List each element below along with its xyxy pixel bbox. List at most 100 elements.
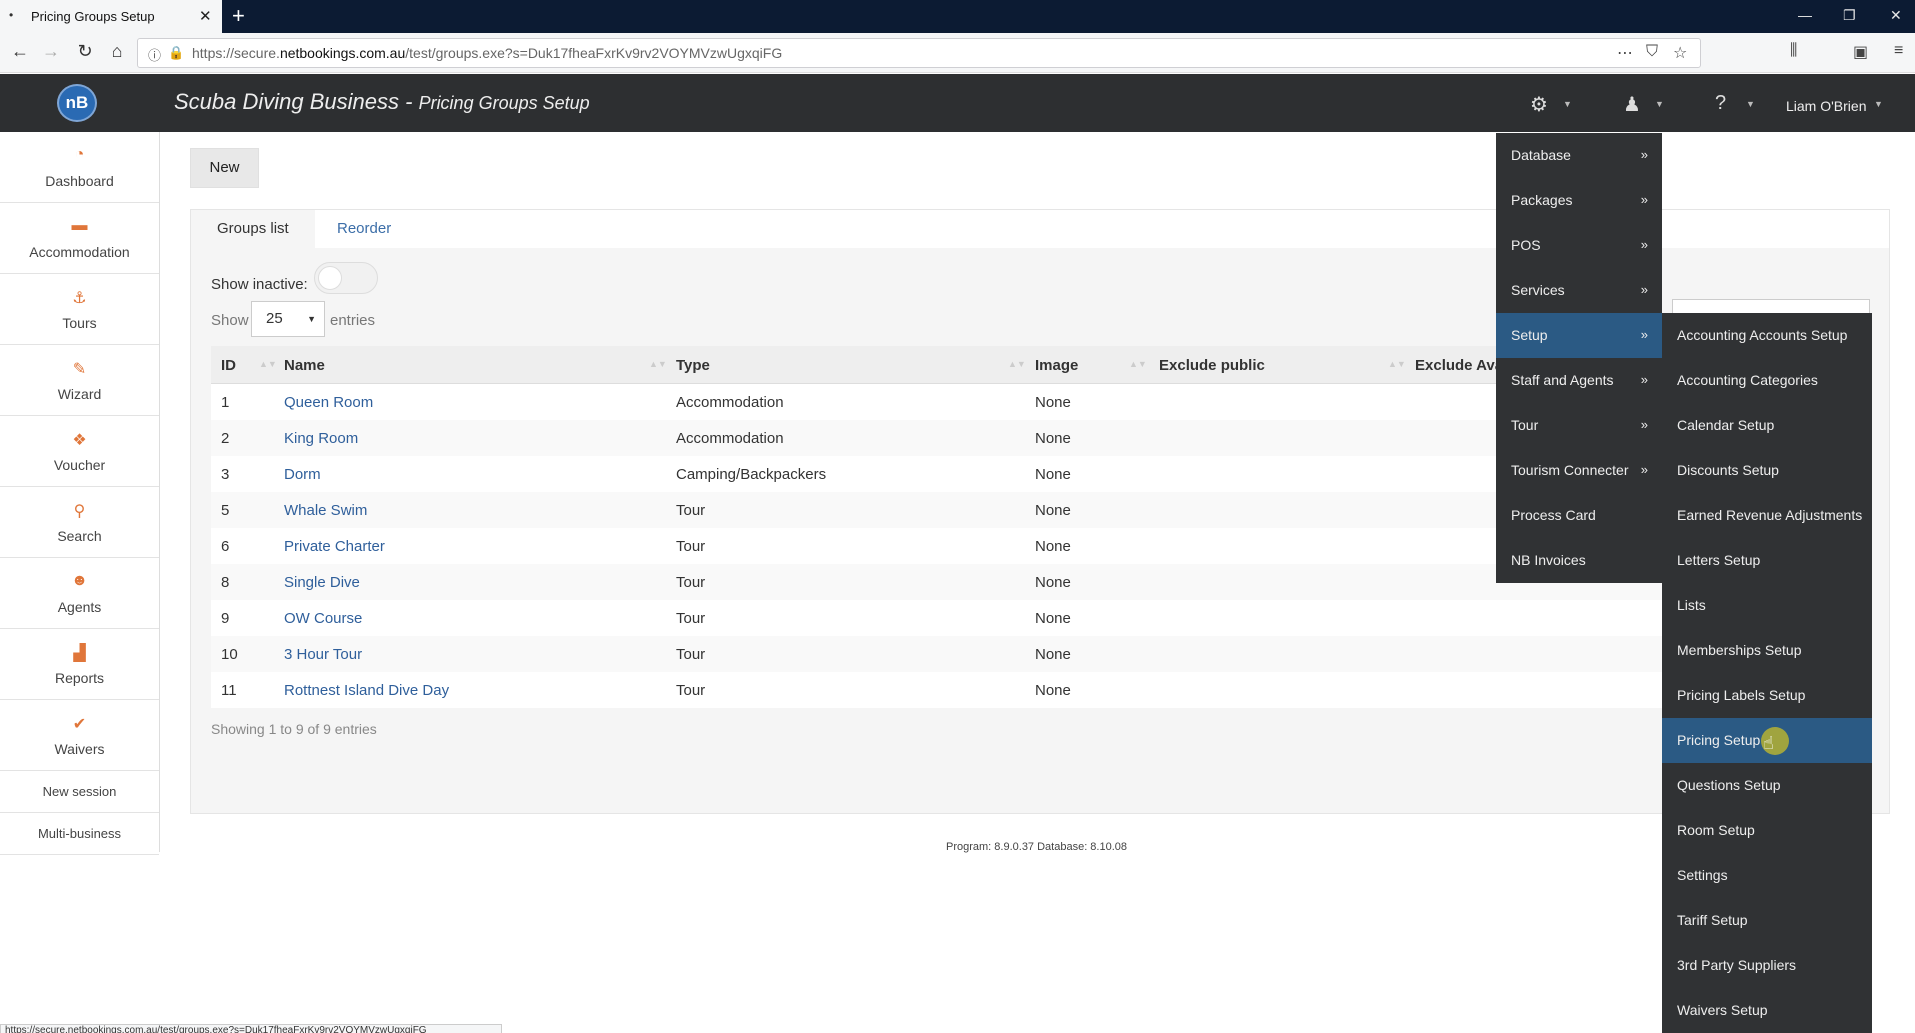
url-bar[interactable]: ⓘ 🔒 https://secure.netbookings.com.au/te… bbox=[137, 38, 1701, 68]
new-button[interactable]: New bbox=[190, 148, 259, 188]
page-size-select[interactable]: 25 ▼ bbox=[251, 301, 325, 337]
menu-item-setup[interactable]: Setup» bbox=[1496, 313, 1662, 358]
cell-type: Tour bbox=[676, 682, 706, 699]
sidebar-item-waivers[interactable]: ✔ Waivers bbox=[0, 700, 159, 771]
group-link[interactable]: Dorm bbox=[284, 466, 321, 483]
bookmark-star-icon[interactable]: ☆ bbox=[1673, 43, 1687, 63]
submenu-letters-setup[interactable]: Letters Setup bbox=[1662, 538, 1872, 583]
col-name[interactable]: Name bbox=[284, 357, 325, 374]
submenu-waivers-setup[interactable]: Waivers Setup bbox=[1662, 988, 1872, 1033]
group-link[interactable]: Private Charter bbox=[284, 538, 385, 555]
browser-tab[interactable]: • Pricing Groups Setup ✕ bbox=[0, 0, 222, 33]
submenu-memberships-setup[interactable]: Memberships Setup bbox=[1662, 628, 1872, 673]
cell-id: 3 bbox=[221, 466, 230, 483]
chart-icon: ▟ bbox=[73, 645, 86, 662]
sidebar-item-voucher[interactable]: ❖ Voucher bbox=[0, 416, 159, 487]
tab-reorder[interactable]: Reorder bbox=[311, 210, 417, 248]
menu-item-nb-invoices[interactable]: NB Invoices bbox=[1496, 538, 1662, 583]
show-inactive-toggle[interactable] bbox=[314, 262, 378, 294]
menu-item-database[interactable]: Database» bbox=[1496, 133, 1662, 178]
submenu-discounts-setup[interactable]: Discounts Setup bbox=[1662, 448, 1872, 493]
gear-icon[interactable]: ⚙ bbox=[1530, 92, 1548, 117]
menu-item-pos[interactable]: POS» bbox=[1496, 223, 1662, 268]
menu-item-process-card[interactable]: Process Card bbox=[1496, 493, 1662, 538]
group-link[interactable]: OW Course bbox=[284, 610, 362, 627]
restore-icon[interactable]: ❐ bbox=[1843, 7, 1856, 24]
group-link[interactable]: Single Dive bbox=[284, 574, 360, 591]
group-link[interactable]: Whale Swim bbox=[284, 502, 367, 519]
home-icon[interactable]: ⌂ bbox=[105, 41, 129, 62]
app-logo[interactable]: nB bbox=[57, 84, 97, 122]
checkmark-icon: ✔ bbox=[72, 716, 87, 733]
user-icon[interactable]: ♟ bbox=[1623, 92, 1641, 117]
group-link[interactable]: Queen Room bbox=[284, 394, 373, 411]
col-id[interactable]: ID bbox=[221, 357, 236, 374]
browser-tab-bar: • Pricing Groups Setup ✕ + — ❐ ✕ bbox=[0, 0, 1915, 33]
menu-item-tour[interactable]: Tour» bbox=[1496, 403, 1662, 448]
table-search-input[interactable] bbox=[1672, 299, 1870, 313]
sidebar-toggle-icon[interactable]: ▣ bbox=[1853, 42, 1868, 62]
tours-icon: ⚓ bbox=[72, 290, 87, 307]
submenu-room-setup[interactable]: Room Setup bbox=[1662, 808, 1872, 853]
cell-image: None bbox=[1035, 646, 1071, 663]
search-icon: ⚲ bbox=[73, 503, 86, 520]
submenu-settings[interactable]: Settings bbox=[1662, 853, 1872, 898]
sidebar-item-dashboard[interactable]: ◔ Dashboard bbox=[0, 132, 159, 203]
back-icon[interactable]: ← bbox=[8, 41, 32, 62]
cell-id: 6 bbox=[221, 538, 230, 555]
submenu-earned-revenue[interactable]: Earned Revenue Adjustments bbox=[1662, 493, 1872, 538]
show-inactive-label: Show inactive: bbox=[211, 276, 308, 293]
submenu-accounting-accounts[interactable]: Accounting Accounts Setup bbox=[1662, 313, 1872, 358]
site-info-icon[interactable]: ⓘ bbox=[148, 45, 161, 64]
menu-item-tourism-connecter[interactable]: Tourism Connecter» bbox=[1496, 448, 1662, 493]
cell-id: 9 bbox=[221, 610, 230, 627]
group-link[interactable]: Rottnest Island Dive Day bbox=[284, 682, 449, 699]
sidebar-item-reports[interactable]: ▟ Reports bbox=[0, 629, 159, 700]
submenu-calendar-setup[interactable]: Calendar Setup bbox=[1662, 403, 1872, 448]
multi-business-link[interactable]: Multi-business bbox=[0, 813, 159, 855]
new-tab-button[interactable]: + bbox=[232, 3, 245, 29]
menu-item-services[interactable]: Services» bbox=[1496, 268, 1662, 313]
sidebar-item-accommodation[interactable]: ▬ Accommodation bbox=[0, 203, 159, 274]
sort-icon: ▲▼ bbox=[1388, 359, 1406, 369]
group-link[interactable]: 3 Hour Tour bbox=[284, 646, 362, 663]
sort-icon: ▲▼ bbox=[649, 359, 667, 369]
more-actions-icon[interactable]: ⋯ bbox=[1617, 43, 1633, 63]
cell-image: None bbox=[1035, 682, 1071, 699]
library-icon[interactable]: ⫼ bbox=[1790, 42, 1797, 60]
help-icon[interactable]: ? bbox=[1715, 92, 1726, 115]
sort-icon: ▲▼ bbox=[1008, 359, 1026, 369]
col-image[interactable]: Image bbox=[1035, 357, 1078, 374]
sidebar-item-agents[interactable]: ☻ Agents bbox=[0, 558, 159, 629]
minimize-icon[interactable]: — bbox=[1798, 7, 1812, 23]
col-exclude-public[interactable]: Exclude public bbox=[1159, 357, 1265, 374]
reload-icon[interactable]: ↻ bbox=[73, 41, 97, 62]
group-link[interactable]: King Room bbox=[284, 430, 358, 447]
forward-icon[interactable]: → bbox=[39, 41, 63, 62]
chevron-down-icon: ▼ bbox=[1655, 99, 1664, 109]
sidebar-item-search[interactable]: ⚲ Search bbox=[0, 487, 159, 558]
tab-close-icon[interactable]: ✕ bbox=[199, 7, 212, 25]
submenu-lists[interactable]: Lists bbox=[1662, 583, 1872, 628]
submenu-accounting-categories[interactable]: Accounting Categories bbox=[1662, 358, 1872, 403]
cell-image: None bbox=[1035, 538, 1071, 555]
submenu-questions-setup[interactable]: Questions Setup bbox=[1662, 763, 1872, 808]
pocket-icon[interactable]: ⛉ bbox=[1646, 43, 1658, 61]
cell-type: Accommodation bbox=[676, 394, 784, 411]
submenu-tariff-setup[interactable]: Tariff Setup bbox=[1662, 898, 1872, 943]
user-menu[interactable]: Liam O'Brien bbox=[1786, 98, 1866, 114]
menu-item-packages[interactable]: Packages» bbox=[1496, 178, 1662, 223]
sidebar-item-wizard[interactable]: ✎ Wizard bbox=[0, 345, 159, 416]
hamburger-menu-icon[interactable]: ≡ bbox=[1894, 42, 1903, 60]
window-close-icon[interactable]: ✕ bbox=[1890, 7, 1902, 24]
new-session-link[interactable]: New session bbox=[0, 771, 159, 813]
sidebar-item-tours[interactable]: ⚓ Tours bbox=[0, 274, 159, 345]
col-exclude-availability[interactable]: Exclude Ava bbox=[1415, 357, 1503, 374]
chevron-down-icon: ▼ bbox=[1874, 99, 1883, 109]
app-header: nB Scuba Diving Business - Pricing Group… bbox=[0, 74, 1915, 132]
col-type[interactable]: Type bbox=[676, 357, 710, 374]
tab-groups-list[interactable]: Groups list bbox=[191, 210, 315, 248]
submenu-3rd-party-suppliers[interactable]: 3rd Party Suppliers bbox=[1662, 943, 1872, 988]
menu-item-staff-agents[interactable]: Staff and Agents» bbox=[1496, 358, 1662, 403]
submenu-pricing-labels-setup[interactable]: Pricing Labels Setup bbox=[1662, 673, 1872, 718]
